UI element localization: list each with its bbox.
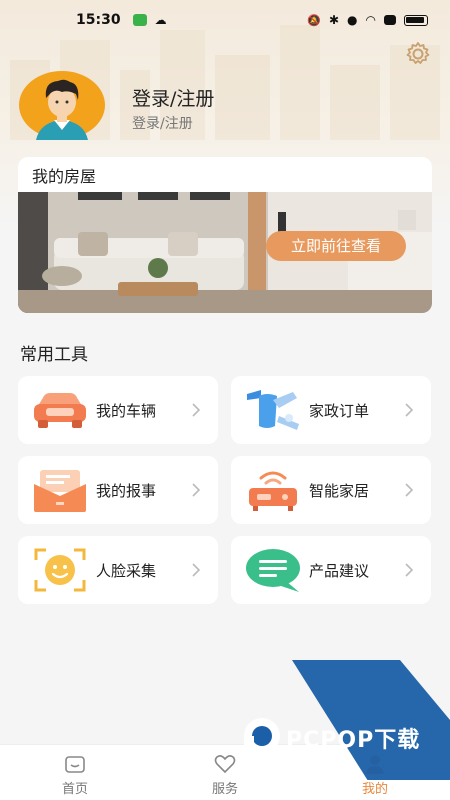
battery-icon <box>404 14 428 26</box>
chevron-right-icon <box>192 403 201 417</box>
watermark-logo <box>244 660 450 780</box>
view-now-button[interactable]: 立即前往查看 <box>266 231 406 261</box>
tool-label: 家政订单 <box>309 402 370 420</box>
chevron-right-icon <box>405 483 414 497</box>
housekeeping-icon <box>247 390 299 430</box>
home-icon <box>65 756 85 773</box>
tool-face-capture[interactable]: 人脸采集 <box>18 536 218 604</box>
nav-home[interactable]: 首页 <box>0 745 150 800</box>
tool-my-report[interactable]: 我的报事 <box>18 456 218 524</box>
smart-home-icon <box>249 471 297 511</box>
tool-label: 产品建议 <box>309 562 370 580</box>
chat-bubble-icon <box>246 549 300 592</box>
mute-icon: 🔕 <box>307 13 321 27</box>
face-icon <box>34 548 86 592</box>
tool-smart-home[interactable]: 智能家居 <box>231 456 431 524</box>
app-notification-icon <box>132 14 147 26</box>
avatar[interactable] <box>18 70 106 140</box>
common-tools-title: 常用工具 <box>20 345 88 365</box>
cloud-icon: ☁ <box>154 13 167 27</box>
chevron-right-icon <box>405 563 414 577</box>
watermark-sub: PCPOP Download <box>288 744 349 752</box>
wifi-icon: ◠ <box>365 13 376 27</box>
envelope-icon <box>34 470 86 512</box>
tool-product-suggestion[interactable]: 产品建议 <box>231 536 431 604</box>
nav-label: 服务 <box>211 782 238 797</box>
nav-label: 首页 <box>61 782 88 797</box>
tool-label: 我的车辆 <box>96 402 157 420</box>
chevron-right-icon <box>192 483 201 497</box>
tool-label: 智能家居 <box>309 482 370 500</box>
my-house-title: 我的房屋 <box>32 167 97 186</box>
heart-icon <box>214 755 236 774</box>
tool-my-vehicle[interactable]: 我的车辆 <box>18 376 218 444</box>
nav-label: 我的 <box>361 782 388 797</box>
my-house-card[interactable]: 我的房屋 立即前往查看 <box>18 157 432 313</box>
car-icon <box>34 393 86 428</box>
sim-icon <box>384 15 396 25</box>
location-icon: ● <box>347 13 358 27</box>
bluetooth-icon: ✱ <box>328 13 340 27</box>
status-bar: 15:30 ☁ 🔕 ✱ ● ◠ <box>0 0 450 40</box>
login-register-title[interactable]: 登录/注册 <box>132 84 214 111</box>
settings-gear-icon[interactable] <box>404 40 432 68</box>
login-register-subtitle[interactable]: 登录/注册 <box>132 113 193 133</box>
tool-label: 我的报事 <box>96 482 157 500</box>
tool-label: 人脸采集 <box>96 562 157 580</box>
chevron-right-icon <box>405 403 414 417</box>
chevron-right-icon <box>192 563 201 577</box>
tool-housekeeping-order[interactable]: 家政订单 <box>231 376 431 444</box>
status-time: 15:30 <box>76 12 121 28</box>
